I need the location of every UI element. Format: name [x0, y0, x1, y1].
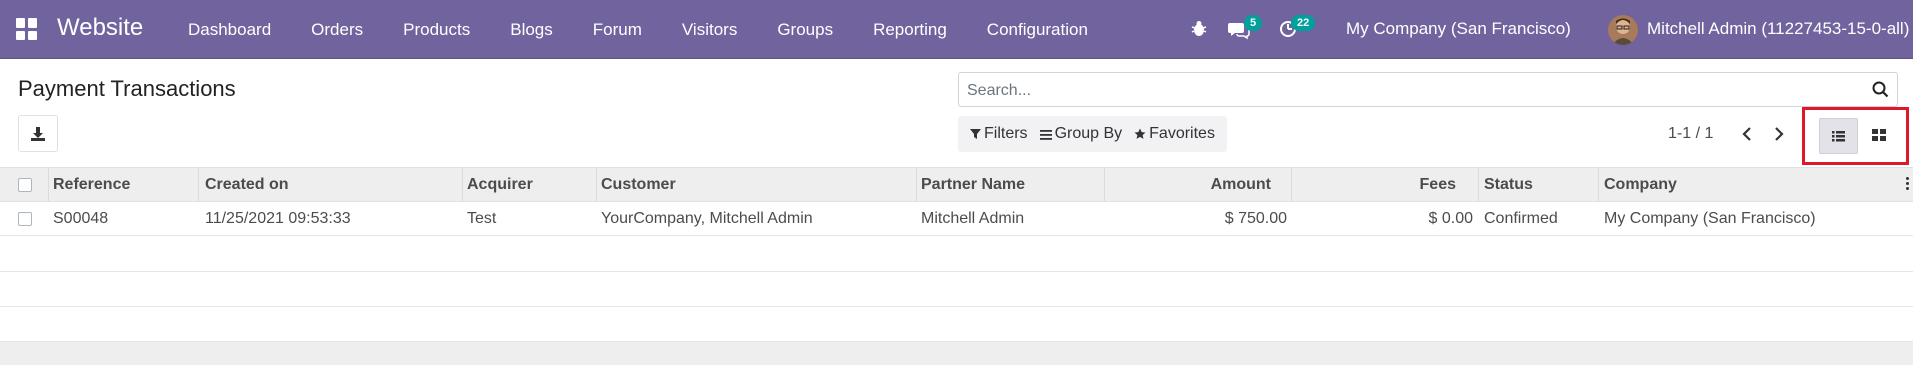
cell-customer: YourCompany, Mitchell Admin: [601, 210, 813, 227]
menu-item-orders[interactable]: Orders: [291, 0, 383, 59]
favorites-label: Favorites: [1149, 125, 1215, 142]
menu-item-products[interactable]: Products: [383, 0, 490, 59]
column-divider: [596, 168, 597, 202]
column-divider: [1104, 168, 1105, 202]
page-title: Payment Transactions: [18, 76, 236, 101]
table-footer: [0, 342, 1913, 365]
filters-button[interactable]: Filters: [964, 125, 1034, 143]
group-by-label: Group By: [1054, 125, 1123, 142]
star-icon: [1134, 128, 1146, 139]
user-avatar-image: [1608, 15, 1638, 45]
group-by-button[interactable]: Group By: [1034, 125, 1129, 143]
menu-item-dashboard[interactable]: Dashboard: [168, 0, 291, 59]
download-icon: [31, 127, 45, 141]
activities-badge: 22: [1291, 15, 1316, 31]
select-all-checkbox[interactable]: [18, 178, 32, 192]
search-icon[interactable]: [1872, 81, 1889, 98]
group-by-icon: [1039, 129, 1052, 140]
menu-item-groups[interactable]: Groups: [757, 0, 853, 59]
cell-partner-name: Mitchell Admin: [921, 210, 1025, 227]
cell-fees: $ 0.00: [1428, 210, 1473, 227]
user-menu[interactable]: Mitchell Admin (11227453-15-0-all): [1647, 19, 1909, 39]
apps-menu-icon[interactable]: [16, 18, 38, 40]
optional-columns-icon[interactable]: [1906, 177, 1910, 192]
menu-item-blogs[interactable]: Blogs: [490, 0, 573, 59]
column-divider: [1478, 168, 1479, 202]
menu-item-configuration[interactable]: Configuration: [967, 0, 1108, 59]
kanban-view-button[interactable]: [1860, 118, 1899, 154]
top-navbar: Website Dashboard Orders Products Blogs …: [0, 0, 1913, 59]
cell-amount: $ 750.00: [1224, 210, 1287, 227]
empty-row: [0, 307, 1913, 342]
cell-reference: S00048: [53, 210, 109, 227]
column-amount[interactable]: Amount: [1110, 168, 1271, 202]
cell-company: My Company (San Francisco): [1604, 210, 1816, 227]
cell-acquirer: Test: [467, 210, 497, 227]
column-created-on[interactable]: Created on: [205, 168, 289, 202]
column-customer[interactable]: Customer: [601, 168, 676, 202]
column-divider: [1291, 168, 1292, 202]
view-switcher-highlight: [1802, 107, 1909, 165]
pager-next-button[interactable]: [1765, 122, 1791, 146]
pager-value[interactable]: 1-1 / 1: [1668, 125, 1713, 143]
empty-row: [0, 237, 1913, 272]
column-divider: [198, 168, 199, 202]
column-divider: [916, 168, 917, 202]
app-brand[interactable]: Website: [57, 14, 143, 42]
menu-item-visitors[interactable]: Visitors: [662, 0, 757, 59]
chevron-right-icon: [1775, 127, 1784, 141]
debug-bug-icon[interactable]: [1191, 20, 1207, 38]
filter-icon: [970, 129, 981, 139]
list-view-button[interactable]: [1819, 118, 1858, 154]
kanban-icon: [1872, 129, 1886, 141]
row-checkbox[interactable]: [18, 212, 32, 226]
table-row[interactable]: S00048 11/25/2021 09:53:33 Test YourComp…: [0, 202, 1913, 236]
column-divider: [462, 168, 463, 202]
list-icon: [1832, 131, 1845, 142]
column-reference[interactable]: Reference: [53, 168, 130, 202]
search-input[interactable]: Search...: [967, 82, 1031, 100]
favorites-button[interactable]: Favorites: [1128, 125, 1221, 143]
table-header: Reference Created on Acquirer Customer P…: [0, 167, 1913, 202]
menu-item-reporting[interactable]: Reporting: [853, 0, 967, 59]
export-button[interactable]: [18, 115, 58, 152]
chevron-left-icon: [1742, 127, 1751, 141]
column-status[interactable]: Status: [1484, 168, 1533, 202]
company-switcher[interactable]: My Company (San Francisco): [1346, 19, 1571, 39]
column-acquirer[interactable]: Acquirer: [467, 168, 533, 202]
column-partner-name[interactable]: Partner Name: [921, 168, 1025, 202]
user-avatar[interactable]: [1608, 15, 1638, 45]
cell-created-on: 11/25/2021 09:53:33: [205, 210, 351, 227]
column-company[interactable]: Company: [1604, 168, 1677, 202]
column-divider: [48, 168, 49, 202]
empty-row: [0, 272, 1913, 307]
cell-status: Confirmed: [1484, 210, 1558, 227]
pager-previous-button[interactable]: [1735, 122, 1761, 146]
messages-badge: 5: [1244, 15, 1263, 31]
column-divider: [1598, 168, 1599, 202]
search-bar[interactable]: Search...: [958, 72, 1898, 107]
column-fees[interactable]: Fees: [1296, 168, 1456, 202]
search-options: Filters Group By Favorites: [958, 116, 1227, 152]
main-menu: Dashboard Orders Products Blogs Forum Vi…: [168, 0, 1108, 59]
menu-item-forum[interactable]: Forum: [573, 0, 662, 59]
filters-label: Filters: [984, 125, 1028, 142]
